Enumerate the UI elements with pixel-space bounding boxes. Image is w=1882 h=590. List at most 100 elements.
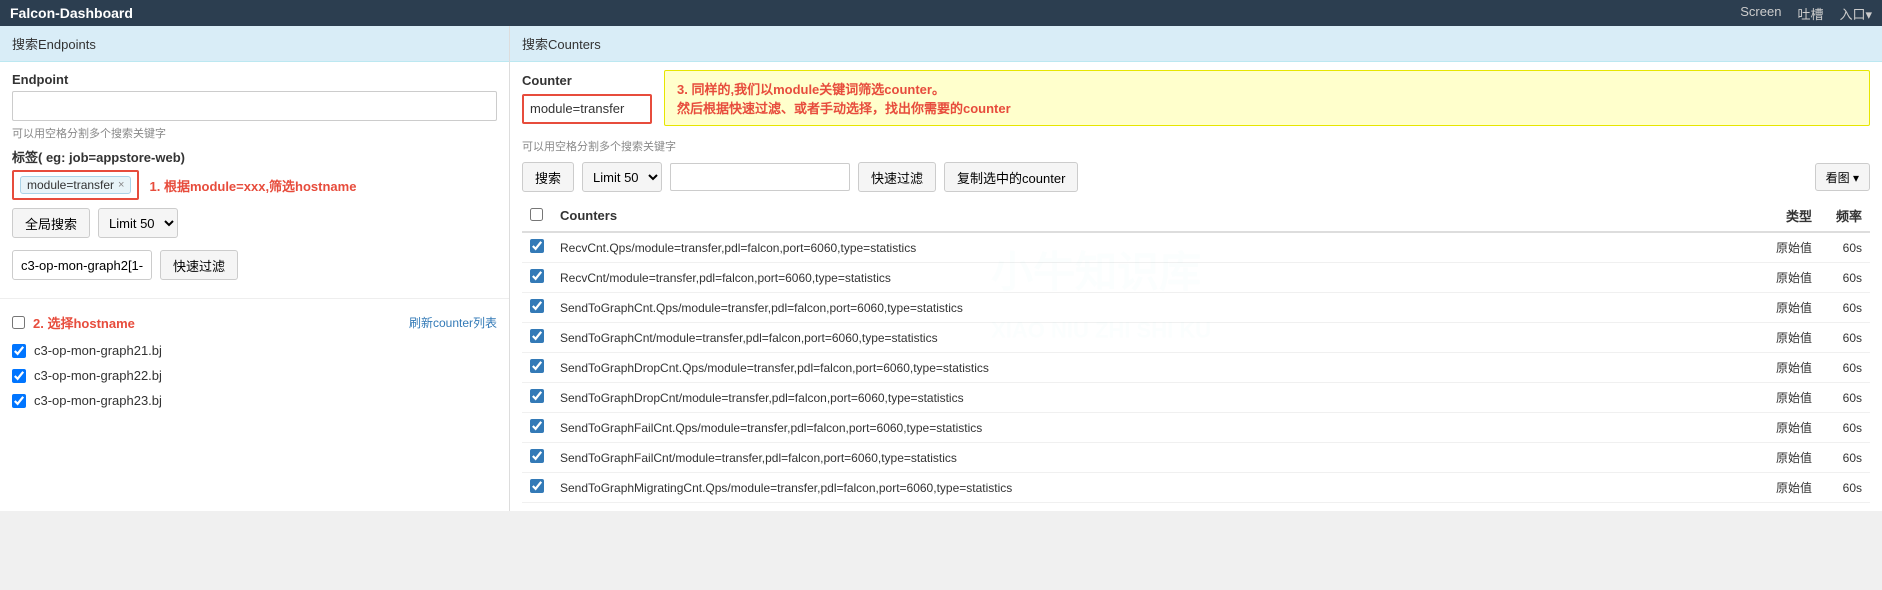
counter-hint: 可以用空格分割多个搜索关键字 xyxy=(522,138,1870,154)
counter-freq-cell: 60s xyxy=(1820,443,1870,473)
table-row: SendToGraphCnt.Qps/module=transfer,pdl=f… xyxy=(522,293,1870,323)
counter-search-btn[interactable]: 搜索 xyxy=(522,162,574,192)
counter-name-cell: RecvCnt/module=transfer,pdl=falcon,port=… xyxy=(552,263,1760,293)
annotation-step3-body: 然后根据快速过滤、或者手动选择，找出你需要的counter xyxy=(677,98,1011,117)
counter-table-header: Counters 类型 频率 xyxy=(522,200,1870,232)
counter-freq-cell: 60s xyxy=(1820,293,1870,323)
counter-name-cell: SendToGraphFailCnt/module=transfer,pdl=f… xyxy=(552,443,1760,473)
counter-quick-filter-btn[interactable]: 快速过滤 xyxy=(858,162,936,192)
host-checkbox[interactable] xyxy=(12,344,26,358)
endpoint-input[interactable] xyxy=(12,91,497,121)
counter-type-cell: 原始值 xyxy=(1760,263,1820,293)
view-chart-btn[interactable]: 看图 ▾ xyxy=(1815,163,1870,191)
tag-value: module=transfer xyxy=(27,178,114,192)
tag-input-container[interactable]: module=transfer × xyxy=(12,170,139,200)
col-freq-header: 频率 xyxy=(1820,200,1870,232)
hostname-input[interactable] xyxy=(12,250,152,280)
counter-row-checkbox[interactable] xyxy=(530,389,544,403)
limit-select[interactable]: Limit 50 xyxy=(98,208,178,238)
counter-freq-cell: 60s xyxy=(1820,413,1870,443)
counter-annotation-box: 3. 同样的,我们以module关键词筛选counter。 然后根据快速过滤、或… xyxy=(664,70,1870,126)
counter-search-section: 可以用空格分割多个搜索关键字 搜索 Limit 50 快速过滤 复制选中的cou… xyxy=(510,130,1882,511)
counter-row-checkbox[interactable] xyxy=(530,419,544,433)
counter-freq-cell: 60s xyxy=(1820,323,1870,353)
copy-selected-counter-btn[interactable]: 复制选中的counter xyxy=(944,162,1078,192)
counter-filter-input[interactable] xyxy=(670,163,850,191)
counter-row-checkbox[interactable] xyxy=(530,479,544,493)
col-checkbox xyxy=(522,200,552,232)
endpoint-hint: 可以用空格分割多个搜索关键字 xyxy=(12,125,497,141)
table-row: SendToGraphFailCnt.Qps/module=transfer,p… xyxy=(522,413,1870,443)
table-row: SendToGraphCnt/module=transfer,pdl=falco… xyxy=(522,323,1870,353)
counter-type-cell: 原始值 xyxy=(1760,353,1820,383)
counter-name-cell: SendToGraphCnt/module=transfer,pdl=falco… xyxy=(552,323,1760,353)
counter-row-checkbox[interactable] xyxy=(530,329,544,343)
nav-entry[interactable]: 入口▾ xyxy=(1839,4,1872,23)
counter-name-cell: SendToGraphDropCnt.Qps/module=transfer,p… xyxy=(552,353,1760,383)
host-name-label: c3-op-mon-graph23.bj xyxy=(34,393,162,408)
search-btn-row: 全局搜索 Limit 50 xyxy=(12,208,497,238)
counter-toolbar: 搜索 Limit 50 快速过滤 复制选中的counter 看图 ▾ xyxy=(522,162,1870,192)
counter-name-cell: SendToGraphFailCnt.Qps/module=transfer,p… xyxy=(552,413,1760,443)
counter-name-cell: SendToGraphCnt.Qps/module=transfer,pdl=f… xyxy=(552,293,1760,323)
counter-type-cell: 原始值 xyxy=(1760,383,1820,413)
host-checkbox[interactable] xyxy=(12,394,26,408)
nav-screen[interactable]: Screen xyxy=(1740,4,1781,23)
counter-row-checkbox[interactable] xyxy=(530,299,544,313)
left-panel-header: 搜索Endpoints xyxy=(0,26,509,62)
counter-row-checkbox[interactable] xyxy=(530,449,544,463)
counter-freq-cell: 60s xyxy=(1820,263,1870,293)
select-all-counters-checkbox[interactable] xyxy=(530,208,543,221)
top-nav: Screen 吐槽 入口▾ xyxy=(1740,4,1872,23)
counter-table-body: RecvCnt.Qps/module=transfer,pdl=falcon,p… xyxy=(522,232,1870,503)
counter-name-cell: SendToGraphMigratingCnt.Qps/module=trans… xyxy=(552,473,1760,503)
table-row: SendToGraphDropCnt/module=transfer,pdl=f… xyxy=(522,383,1870,413)
top-bar: Falcon-Dashboard Screen 吐槽 入口▾ xyxy=(0,0,1882,26)
counter-top-row: Counter module=transfer 3. 同样的,我们以module… xyxy=(510,62,1882,130)
tag-label: 标签( eg: job=appstore-web) xyxy=(12,147,497,166)
annotation-step1: 1. 根据module=xxx,筛选hostname xyxy=(149,176,356,195)
host-name-label: c3-op-mon-graph21.bj xyxy=(34,343,162,358)
host-list: c3-op-mon-graph21.bj c3-op-mon-graph22.bj… xyxy=(0,338,509,423)
counter-name-cell: SendToGraphDropCnt/module=transfer,pdl=f… xyxy=(552,383,1760,413)
counter-limit-select[interactable]: Limit 50 xyxy=(582,162,662,192)
table-row: RecvCnt/module=transfer,pdl=falcon,port=… xyxy=(522,263,1870,293)
right-panel: 搜索Counters Counter module=transfer 3. 同样… xyxy=(510,26,1882,511)
counter-annotation-text: 3. 同样的,我们以module关键词筛选counter。 然后根据快速过滤、或… xyxy=(677,79,1011,117)
quick-filter-btn[interactable]: 快速过滤 xyxy=(160,250,238,280)
hostname-filter-row: 快速过滤 xyxy=(12,250,497,280)
counter-tag-value: module=transfer xyxy=(530,101,624,116)
host-list-item: c3-op-mon-graph21.bj xyxy=(12,338,497,363)
table-row: RecvCnt.Qps/module=transfer,pdl=falcon,p… xyxy=(522,232,1870,263)
counter-type-cell: 原始值 xyxy=(1760,293,1820,323)
counter-freq-cell: 60s xyxy=(1820,353,1870,383)
counter-freq-cell: 60s xyxy=(1820,473,1870,503)
annotation-step3-title: 3. 同样的,我们以module关键词筛选counter。 xyxy=(677,79,1011,98)
tag-input-row: module=transfer × 1. 根据module=xxx,筛选host… xyxy=(12,170,497,200)
host-list-item: c3-op-mon-graph22.bj xyxy=(12,363,497,388)
right-panel-header: 搜索Counters xyxy=(510,26,1882,62)
nav-feedback[interactable]: 吐槽 xyxy=(1797,4,1823,23)
counter-tag-input-container[interactable]: module=transfer xyxy=(522,94,652,124)
refresh-counter-link[interactable]: 刷新counter列表 xyxy=(409,314,497,331)
counter-freq-cell: 60s xyxy=(1820,383,1870,413)
tag-close-btn[interactable]: × xyxy=(118,179,124,191)
global-search-btn[interactable]: 全局搜索 xyxy=(12,208,90,238)
counter-label: Counter xyxy=(522,73,652,88)
counter-row-checkbox[interactable] xyxy=(530,239,544,253)
endpoint-label: Endpoint xyxy=(12,72,497,87)
counter-type-cell: 原始值 xyxy=(1760,413,1820,443)
select-all-hosts-checkbox[interactable] xyxy=(12,316,25,329)
counter-table: Counters 类型 频率 RecvCnt.Qps/module=transf… xyxy=(522,200,1870,503)
counter-row-checkbox[interactable] xyxy=(530,269,544,283)
col-counters-header: Counters xyxy=(552,200,1760,232)
host-list-header-left: 2. 选择hostname xyxy=(12,313,135,332)
table-row: SendToGraphDropCnt.Qps/module=transfer,p… xyxy=(522,353,1870,383)
host-list-item: c3-op-mon-graph23.bj xyxy=(12,388,497,413)
left-panel: 搜索Endpoints Endpoint 可以用空格分割多个搜索关键字 标签( … xyxy=(0,26,510,511)
tag-chip: module=transfer × xyxy=(20,176,131,194)
counter-row-checkbox[interactable] xyxy=(530,359,544,373)
host-checkbox[interactable] xyxy=(12,369,26,383)
counter-type-cell: 原始值 xyxy=(1760,443,1820,473)
counter-freq-cell: 60s xyxy=(1820,232,1870,263)
